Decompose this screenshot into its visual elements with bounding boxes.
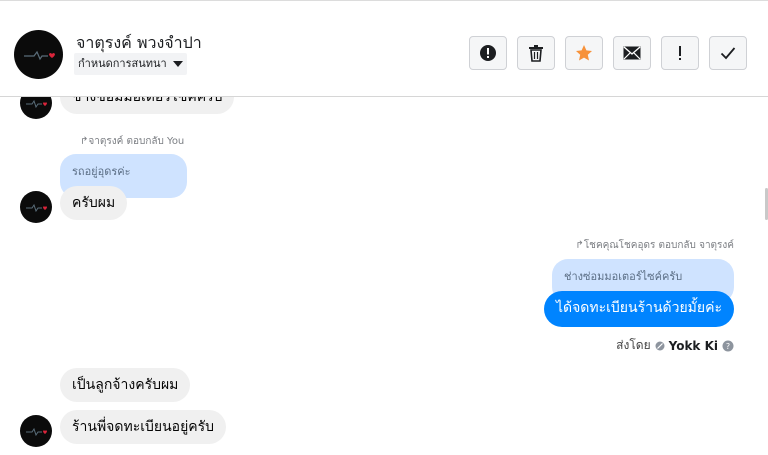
sender-name[interactable]: Yokk Ki bbox=[669, 339, 718, 353]
contact-avatar-small[interactable] bbox=[20, 97, 52, 119]
svg-text:?: ? bbox=[726, 342, 730, 351]
star-button[interactable] bbox=[565, 36, 603, 70]
message-thread[interactable]: ช่างซ่อมมอเตอร์ไซค์ครับ ↱จาตุรงค์ ตอบกลั… bbox=[0, 97, 768, 455]
sent-by-info: ส่งโดย Yokk Ki ? bbox=[616, 336, 734, 355]
chevron-down-icon bbox=[172, 61, 183, 67]
contact-avatar-small[interactable] bbox=[20, 191, 52, 223]
exclamation-icon bbox=[679, 46, 681, 60]
nickname-label: กำหนดการสนทนา bbox=[78, 57, 167, 70]
contact-avatar-small[interactable] bbox=[20, 415, 52, 447]
nickname-dropdown[interactable]: กำหนดการสนทนา bbox=[74, 53, 187, 75]
checkmark-icon bbox=[720, 47, 736, 60]
important-button[interactable] bbox=[661, 36, 699, 70]
incoming-message[interactable]: ร้านพี่จดทะเบียนอยู่ครับ bbox=[60, 410, 227, 444]
conversation-header: จาตุรงค์ พวงจำปา กำหนดการสนทนา bbox=[0, 0, 768, 97]
incoming-message[interactable]: เป็นลูกจ้างครับผม bbox=[60, 368, 191, 402]
delete-button[interactable] bbox=[517, 36, 555, 70]
alert-circle-icon bbox=[480, 45, 496, 61]
incoming-message[interactable]: ครับผม bbox=[60, 186, 128, 220]
done-button[interactable] bbox=[709, 36, 747, 70]
outgoing-message[interactable]: ได้จดทะเบียนร้านด้วยมั้ยค่ะ bbox=[543, 291, 734, 327]
mark-spam-button[interactable] bbox=[469, 36, 507, 70]
trash-icon bbox=[529, 45, 543, 62]
verified-icon bbox=[655, 341, 665, 350]
incoming-message[interactable]: ช่างซ่อมมอเตอร์ไซค์ครับ bbox=[60, 97, 235, 114]
contact-avatar[interactable] bbox=[14, 30, 63, 79]
envelope-icon bbox=[623, 46, 641, 60]
reply-label: ↱โชคคุณโชคอุดร ตอบกลับ จาตุรงค์ bbox=[575, 240, 734, 251]
reply-label: ↱จาตุรงค์ ตอบกลับ You bbox=[80, 136, 185, 147]
help-icon[interactable]: ? bbox=[722, 340, 734, 352]
mail-button[interactable] bbox=[613, 36, 651, 70]
star-icon bbox=[576, 45, 592, 61]
